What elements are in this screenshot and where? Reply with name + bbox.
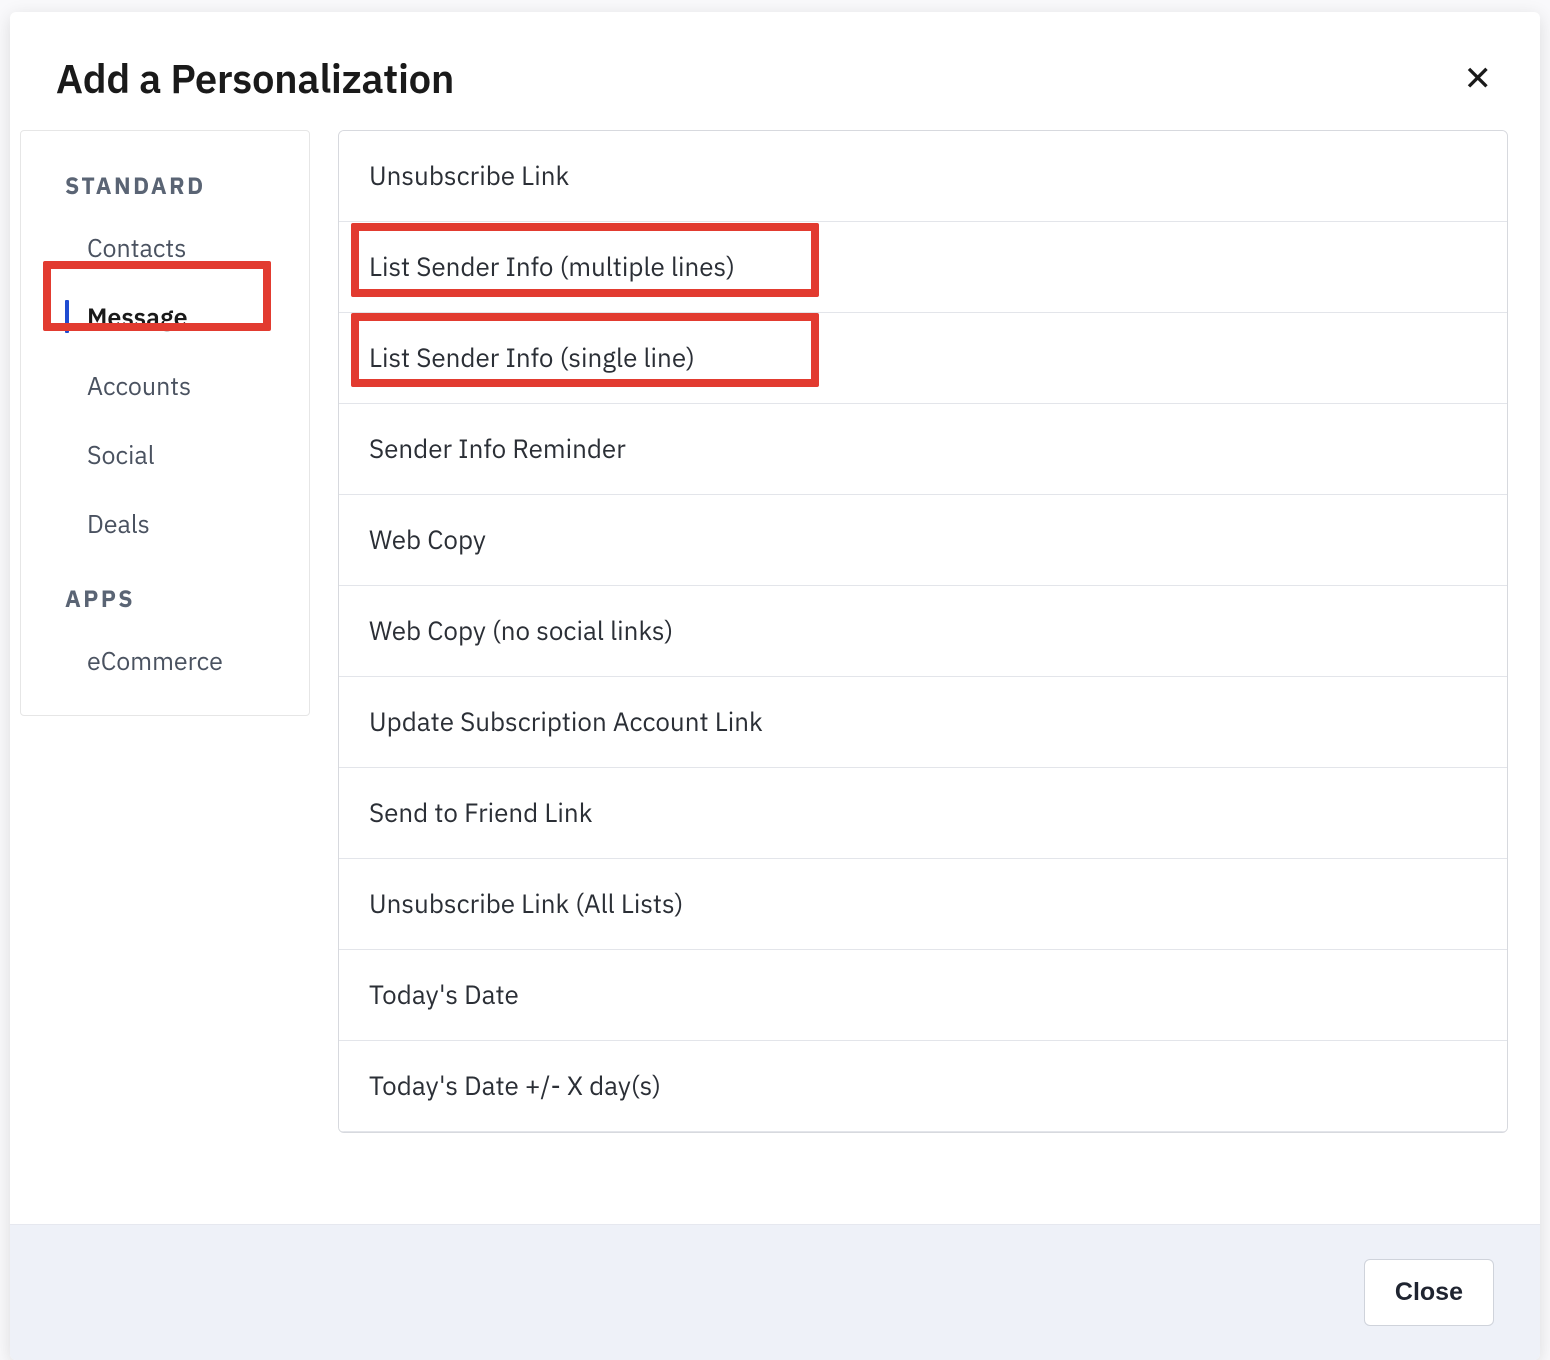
sidebar-section-standard: STANDARD	[21, 159, 309, 213]
sidebar-item-message[interactable]: Message	[21, 282, 309, 351]
sidebar-item-accounts[interactable]: Accounts	[21, 351, 309, 420]
sidebar-item-label: Accounts	[87, 369, 191, 402]
option-label: Web Copy (no social links)	[369, 614, 673, 648]
option-label: Today's Date +/- X day(s)	[369, 1069, 661, 1103]
personalization-options-list: Unsubscribe Link List Sender Info (multi…	[338, 130, 1508, 1133]
option-label: List Sender Info (multiple lines)	[369, 250, 735, 284]
sidebar: STANDARD Contacts Message Accounts Socia…	[20, 130, 310, 716]
option-label: Unsubscribe Link (All Lists)	[369, 887, 683, 921]
modal-title: Add a Personalization	[56, 52, 454, 104]
option-send-to-friend-link[interactable]: Send to Friend Link	[339, 768, 1507, 859]
sidebar-item-label: eCommerce	[87, 644, 223, 677]
option-list-sender-info-multi[interactable]: List Sender Info (multiple lines)	[339, 222, 1507, 313]
option-label: List Sender Info (single line)	[369, 341, 695, 375]
option-list-sender-info-single[interactable]: List Sender Info (single line)	[339, 313, 1507, 404]
sidebar-item-deals[interactable]: Deals	[21, 489, 309, 558]
sidebar-item-ecommerce[interactable]: eCommerce	[21, 626, 309, 695]
sidebar-section-apps: APPS	[21, 572, 309, 626]
sidebar-item-social[interactable]: Social	[21, 420, 309, 489]
option-unsubscribe-all-lists[interactable]: Unsubscribe Link (All Lists)	[339, 859, 1507, 950]
option-label: Update Subscription Account Link	[369, 705, 763, 739]
sidebar-item-label: Message	[87, 300, 188, 333]
personalization-modal: Add a Personalization ✕ STANDARD Contact…	[10, 12, 1540, 1360]
option-label: Today's Date	[369, 978, 519, 1012]
option-sender-info-reminder[interactable]: Sender Info Reminder	[339, 404, 1507, 495]
sidebar-item-label: Deals	[87, 507, 150, 540]
close-button[interactable]: Close	[1364, 1259, 1494, 1326]
option-label: Web Copy	[369, 523, 486, 557]
option-unsubscribe-link[interactable]: Unsubscribe Link	[339, 131, 1507, 222]
option-label: Unsubscribe Link	[369, 159, 569, 193]
option-todays-date[interactable]: Today's Date	[339, 950, 1507, 1041]
option-web-copy[interactable]: Web Copy	[339, 495, 1507, 586]
sidebar-item-contacts[interactable]: Contacts	[21, 213, 309, 282]
close-icon[interactable]: ✕	[1456, 57, 1501, 99]
option-label: Send to Friend Link	[369, 796, 592, 830]
sidebar-item-label: Social	[87, 438, 155, 471]
modal-body: STANDARD Contacts Message Accounts Socia…	[10, 130, 1540, 1224]
modal-footer: Close	[10, 1224, 1540, 1360]
sidebar-item-label: Contacts	[87, 231, 186, 264]
option-label: Sender Info Reminder	[369, 432, 626, 466]
option-update-subscription-link[interactable]: Update Subscription Account Link	[339, 677, 1507, 768]
modal-header: Add a Personalization ✕	[10, 12, 1540, 130]
option-todays-date-offset[interactable]: Today's Date +/- X day(s)	[339, 1041, 1507, 1132]
option-web-copy-no-social[interactable]: Web Copy (no social links)	[339, 586, 1507, 677]
